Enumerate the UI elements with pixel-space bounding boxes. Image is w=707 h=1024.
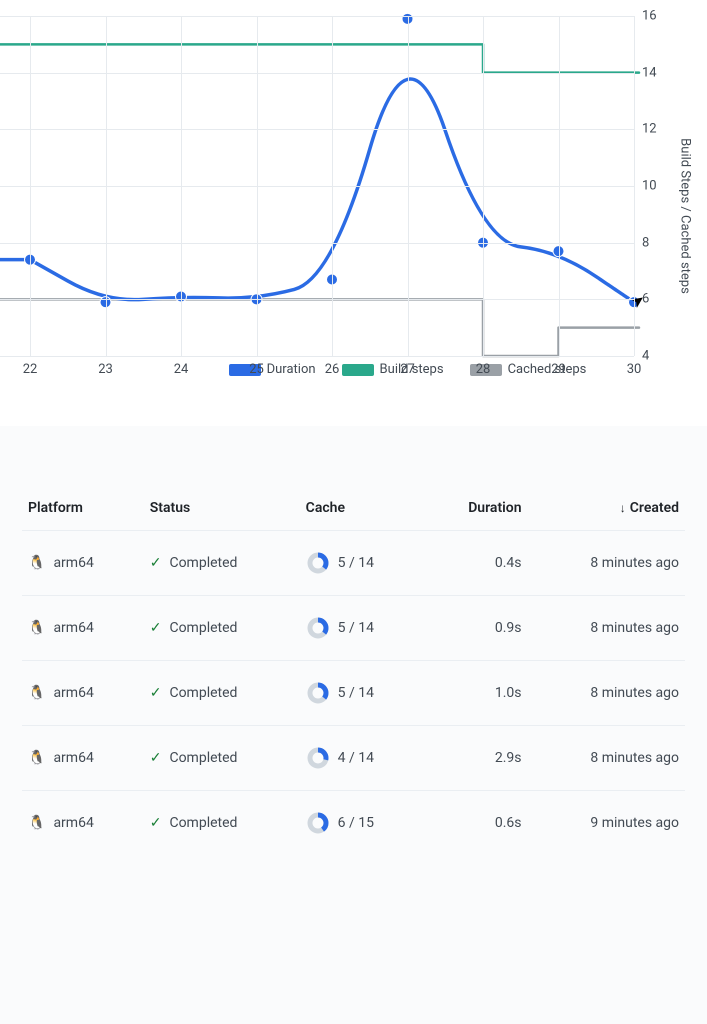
check-icon: ✓ — [150, 620, 162, 636]
duration-cell: 0.9s — [425, 596, 527, 661]
created-cell: 8 minutes ago — [528, 531, 685, 596]
x-tick-label: 28 — [476, 362, 491, 377]
table-row[interactable]: 🐧 arm64 ✓ Completed 6 / 15 0.6s9 minutes… — [22, 791, 685, 856]
y-tick-label: 14 — [642, 65, 657, 80]
y-tick-label: 12 — [642, 122, 657, 137]
col-status-header[interactable]: Status — [144, 486, 300, 531]
cache-donut-icon — [306, 746, 330, 770]
linux-icon: 🐧 — [28, 555, 45, 571]
y-tick-label: 4 — [642, 349, 649, 364]
y-tick-label: 8 — [642, 235, 649, 250]
duration-cell: 1.0s — [425, 661, 527, 726]
col-cache-header[interactable]: Cache — [300, 486, 426, 531]
chart-plot[interactable]: ➤ 46810121416222324252627282930 — [0, 16, 635, 356]
status-label: Completed — [169, 750, 237, 766]
x-tick-label: 25 — [249, 362, 264, 377]
platform-label: arm64 — [53, 620, 93, 636]
legend-label: Duration — [267, 362, 316, 377]
cache-donut-icon — [306, 551, 330, 575]
created-cell: 8 minutes ago — [528, 661, 685, 726]
status-label: Completed — [169, 685, 237, 701]
check-icon: ✓ — [150, 815, 162, 831]
table-header-row: Platform Status Cache Duration ↓ Created — [22, 486, 685, 531]
legend-duration[interactable]: Duration — [229, 362, 316, 377]
platform-label: arm64 — [53, 815, 93, 831]
legend-build-steps[interactable]: Build steps — [342, 362, 444, 377]
chart-area: ➤ 46810121416222324252627282930 Build St… — [0, 16, 707, 416]
cache-label: 4 / 14 — [338, 750, 374, 766]
col-platform-header[interactable]: Platform — [22, 486, 144, 531]
table-row[interactable]: 🐧 arm64 ✓ Completed 5 / 14 0.9s8 minutes… — [22, 596, 685, 661]
cache-label: 5 / 14 — [338, 685, 374, 701]
x-tick-label: 26 — [325, 362, 340, 377]
x-tick-label: 23 — [98, 362, 113, 377]
linux-icon: 🐧 — [28, 685, 45, 701]
x-tick-label: 27 — [400, 362, 415, 377]
chart-panel: ➤ 46810121416222324252627282930 Build St… — [0, 0, 707, 426]
cache-donut-icon — [306, 681, 330, 705]
col-created-label: Created — [630, 500, 679, 516]
builds-table: Platform Status Cache Duration ↓Created … — [22, 486, 685, 855]
x-tick-label: 24 — [174, 362, 189, 377]
platform-label: arm64 — [53, 685, 93, 701]
created-cell: 8 minutes ago — [528, 596, 685, 661]
y-axis-title: Build Steps / Cached steps — [678, 138, 693, 294]
linux-icon: 🐧 — [28, 750, 45, 766]
table-row[interactable]: 🐧 arm64 ✓ Completed 5 / 14 1.0s8 minutes… — [22, 661, 685, 726]
cache-donut-icon — [306, 616, 330, 640]
duration-cell: 0.4s — [425, 531, 527, 596]
duration-cell: 2.9s — [425, 726, 527, 791]
linux-icon: 🐧 — [28, 815, 45, 831]
cache-label: 6 / 15 — [338, 815, 374, 831]
cache-label: 5 / 14 — [338, 555, 374, 571]
table-row[interactable]: 🐧 arm64 ✓ Completed 4 / 14 2.9s8 minutes… — [22, 726, 685, 791]
sort-descending-icon: ↓ — [620, 501, 626, 515]
build-steps-swatch — [342, 364, 374, 376]
platform-label: arm64 — [53, 750, 93, 766]
duration-cell: 0.6s — [425, 791, 527, 856]
cache-label: 5 / 14 — [338, 620, 374, 636]
status-label: Completed — [169, 555, 237, 571]
legend-label: Cached steps — [508, 362, 587, 377]
status-label: Completed — [169, 815, 237, 831]
check-icon: ✓ — [150, 555, 162, 571]
x-tick-label: 30 — [627, 362, 642, 377]
status-label: Completed — [169, 620, 237, 636]
table-panel: Platform Status Cache Duration ↓Created … — [0, 426, 707, 881]
y-tick-label: 6 — [642, 292, 649, 307]
platform-label: arm64 — [53, 555, 93, 571]
created-cell: 8 minutes ago — [528, 726, 685, 791]
x-tick-label: 22 — [23, 362, 38, 377]
linux-icon: 🐧 — [28, 620, 45, 636]
col-created-header[interactable]: ↓ Created — [528, 486, 685, 531]
created-cell: 9 minutes ago — [528, 791, 685, 856]
x-tick-label: 29 — [551, 362, 566, 377]
check-icon: ✓ — [150, 750, 162, 766]
col-duration-header[interactable]: Duration — [425, 486, 527, 531]
table-row[interactable]: 🐧 arm64 ✓ Completed 5 / 14 0.4s8 minutes… — [22, 531, 685, 596]
check-icon: ✓ — [150, 685, 162, 701]
cache-donut-icon — [306, 811, 330, 835]
y-tick-label: 16 — [642, 9, 657, 24]
y-tick-label: 10 — [642, 179, 657, 194]
